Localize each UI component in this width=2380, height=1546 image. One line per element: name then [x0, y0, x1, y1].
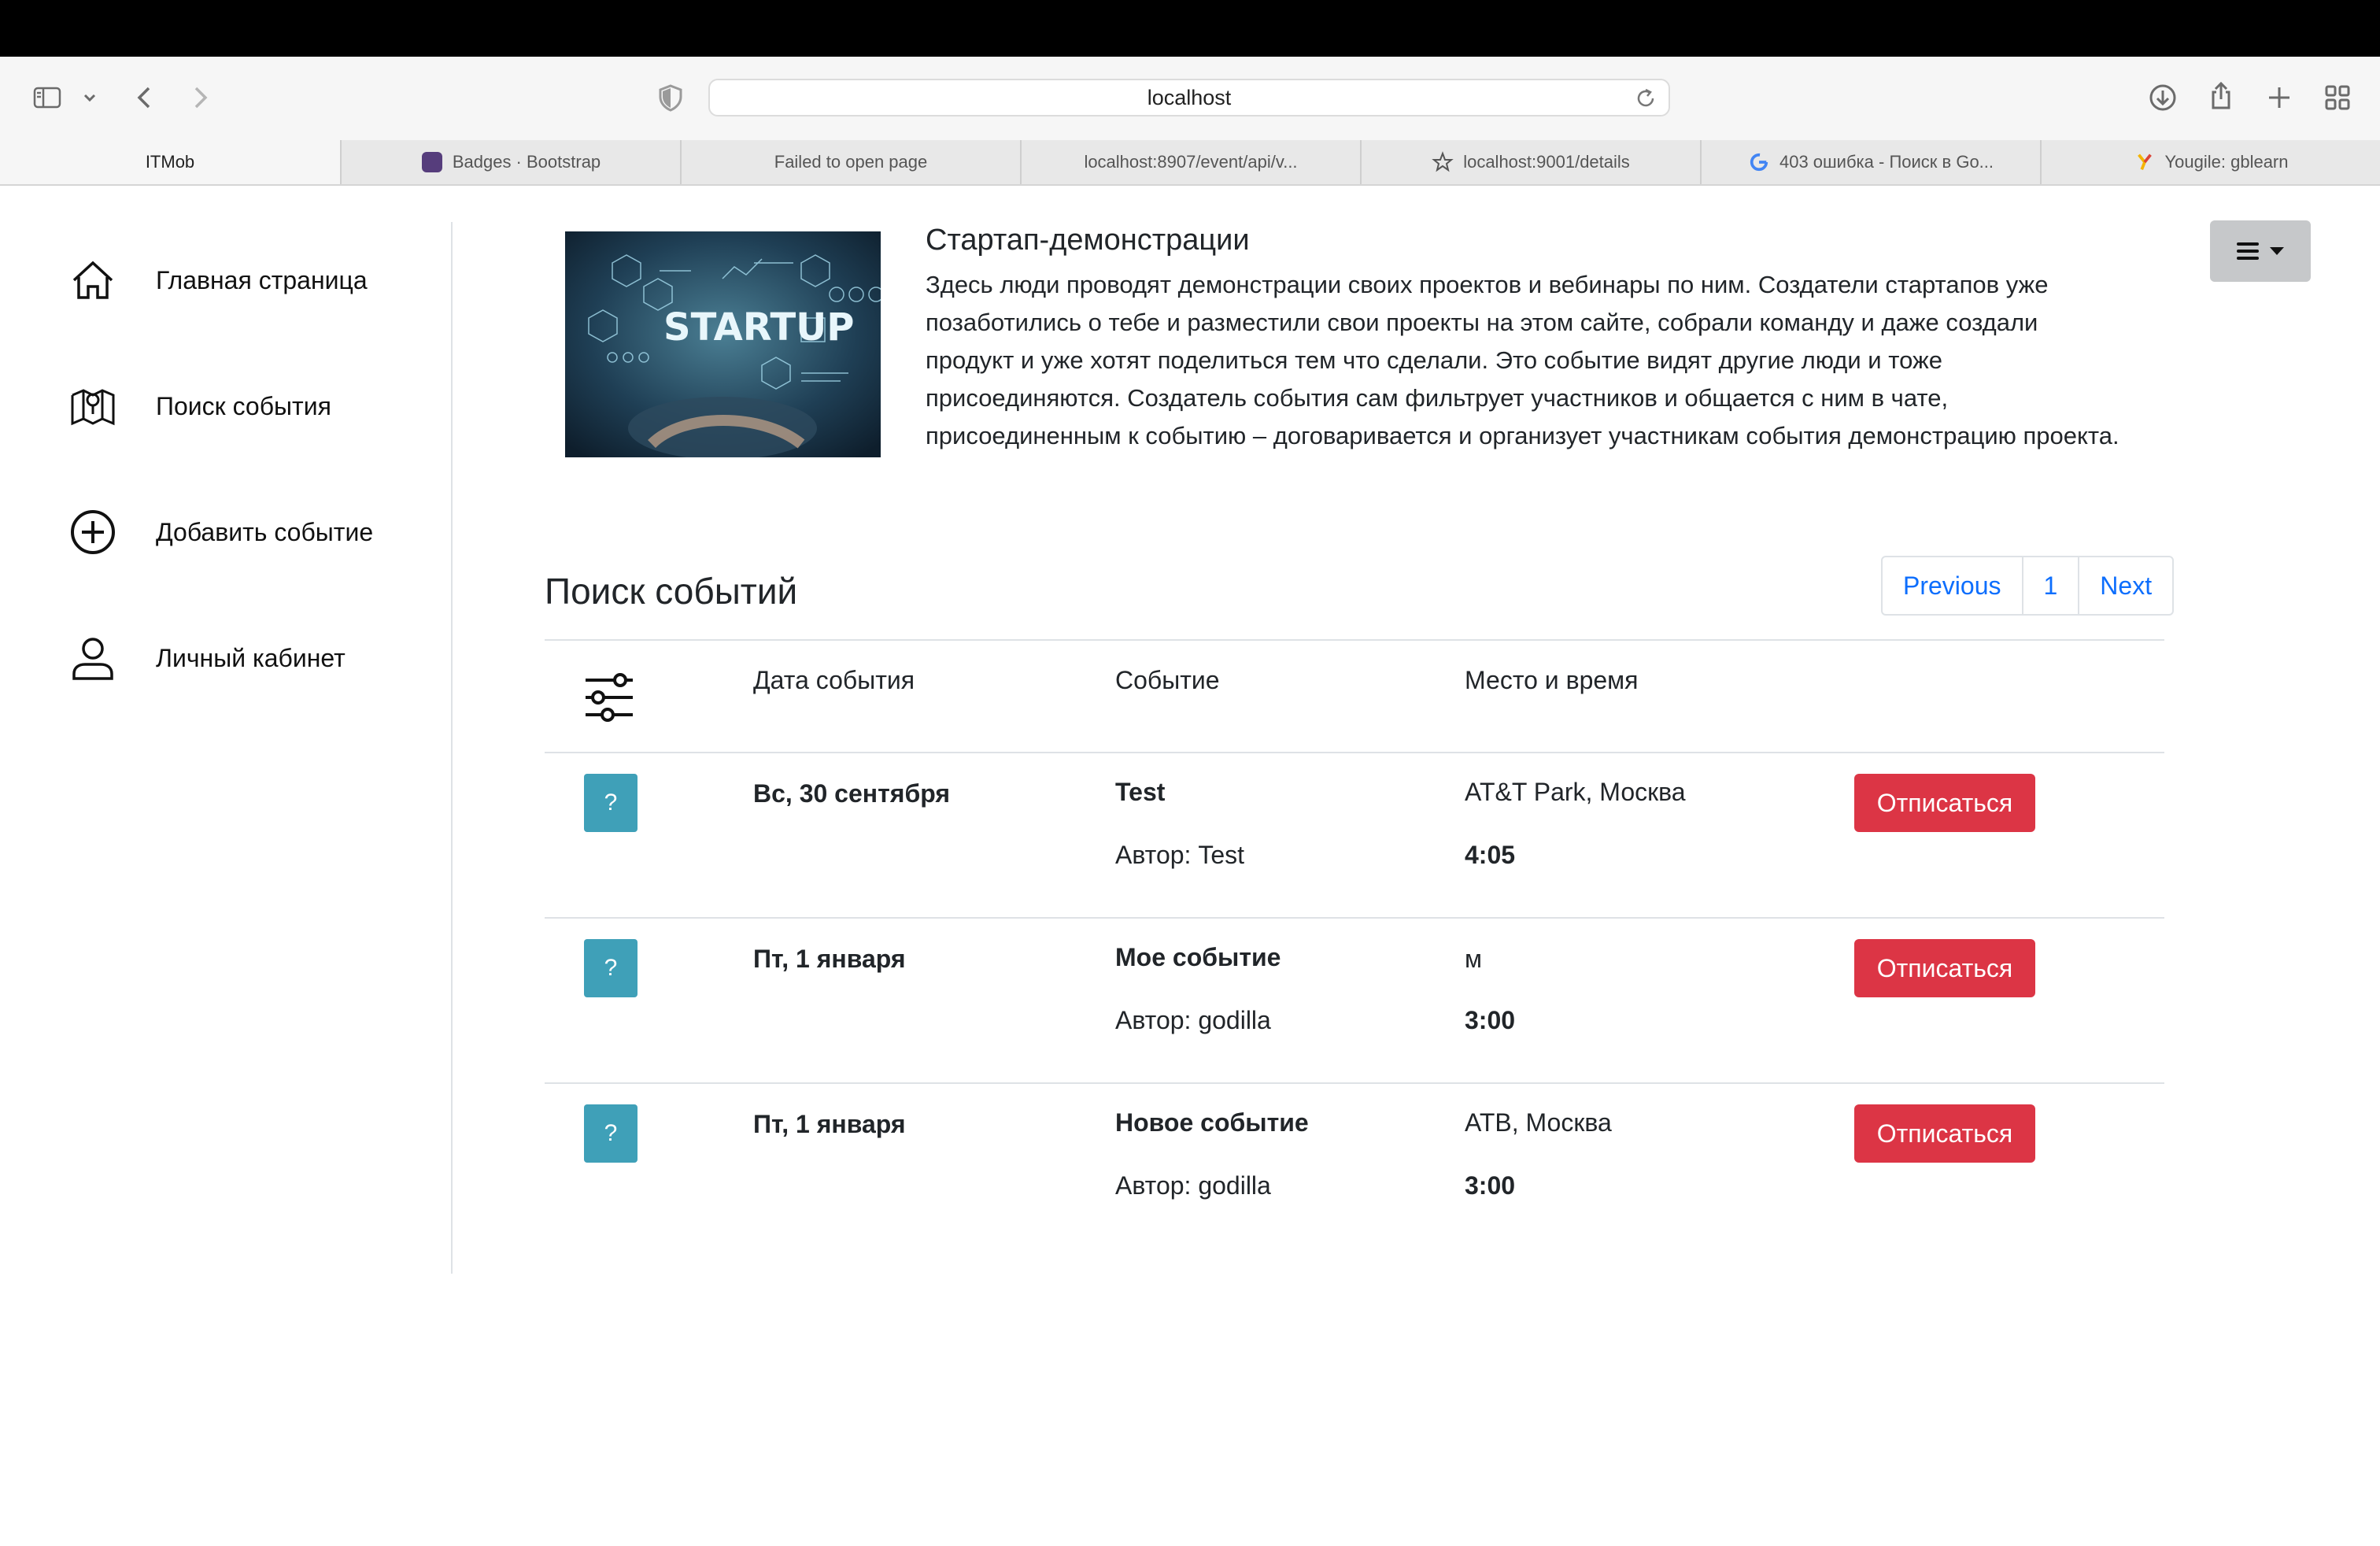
hero-description: Здесь люди проводят демонстрации своих п… — [926, 271, 2119, 449]
map-search-icon — [68, 381, 118, 431]
header-place-time: Место и время — [1465, 666, 1639, 694]
event-author: Автор: Test — [1115, 841, 1244, 869]
caret-down-icon — [2270, 247, 2284, 255]
tab-google[interactable]: 403 ошибка - Поиск в Go... — [1700, 140, 2040, 184]
user-icon — [68, 633, 118, 683]
chevron-down-icon[interactable] — [74, 80, 105, 115]
shield-icon[interactable] — [653, 80, 688, 115]
table-top-divider — [545, 639, 2164, 641]
address-url: localhost — [1147, 85, 1232, 109]
screen-top-bar — [0, 0, 2380, 57]
tab-label: localhost:9001/details — [1463, 152, 1630, 172]
startup-image-text: STARTUP — [663, 305, 854, 350]
tab-label: ITMob — [145, 152, 195, 172]
address-bar[interactable]: localhost — [708, 79, 1670, 117]
sidebar-item-label: Личный кабинет — [156, 643, 346, 672]
unsubscribe-button[interactable]: Отписаться — [1854, 1104, 2035, 1163]
forward-icon[interactable] — [183, 80, 217, 115]
tab-yougile[interactable]: Yougile: gblearn — [2040, 140, 2380, 184]
tab-label: localhost:8907/event/api/v... — [1084, 152, 1298, 172]
bootstrap-icon — [421, 151, 443, 173]
unsubscribe-button[interactable]: Отписаться — [1854, 939, 2035, 997]
row-divider — [545, 917, 2164, 919]
sidebar-toggle-icon[interactable] — [30, 80, 65, 115]
hamburger-icon — [2237, 242, 2259, 260]
sidebar-divider — [451, 222, 453, 1274]
yougile-icon — [2134, 151, 2156, 173]
pagination: Previous 1 Next — [1881, 556, 2175, 616]
sidebar-item-add[interactable]: Добавить событие — [68, 501, 373, 564]
back-icon[interactable] — [128, 80, 162, 115]
events-title: Поиск событий — [545, 571, 798, 612]
sidebar-item-label: Поиск события — [156, 391, 331, 420]
sidebar-item-profile[interactable]: Личный кабинет — [68, 627, 346, 690]
row-divider — [545, 1082, 2164, 1084]
tab-details[interactable]: localhost:9001/details — [1360, 140, 1700, 184]
table-header-divider — [545, 752, 2164, 753]
sidebar-item-label: Добавить событие — [156, 517, 374, 546]
plus-circle-icon — [68, 507, 118, 557]
event-place: AT&T Park, Москва — [1465, 778, 1686, 806]
sidebar-item-label: Главная страница — [156, 265, 368, 294]
event-name[interactable]: Мое событие — [1115, 943, 1281, 972]
tab-bar: ITMob Badges · Bootstrap Failed to open … — [0, 140, 2380, 186]
event-badge[interactable]: ? — [584, 1104, 638, 1163]
event-time: 3:00 — [1465, 1006, 1516, 1034]
tab-event-api[interactable]: localhost:8907/event/api/v... — [1020, 140, 1360, 184]
event-time: 3:00 — [1465, 1171, 1516, 1200]
unsubscribe-button[interactable]: Отписаться — [1854, 774, 2035, 832]
tab-label: Failed to open page — [774, 152, 928, 172]
home-icon — [68, 255, 118, 305]
event-name[interactable]: Test — [1115, 778, 1165, 807]
share-icon[interactable] — [2204, 79, 2238, 113]
startup-image: STARTUP — [565, 231, 881, 457]
sidebar — [0, 186, 451, 1274]
google-icon — [1748, 151, 1770, 173]
event-place: м — [1465, 945, 1482, 973]
event-author: Автор: godilla — [1115, 1006, 1271, 1034]
event-badge[interactable]: ? — [584, 774, 638, 832]
event-date: Вс, 30 сентября — [753, 779, 950, 808]
pagination-page[interactable]: 1 — [2023, 557, 2080, 614]
sidebar-item-home[interactable]: Главная страница — [68, 249, 368, 312]
pagination-next[interactable]: Next — [2079, 557, 2172, 614]
pagination-previous[interactable]: Previous — [1883, 557, 2023, 614]
tab-label: 403 ошибка - Поиск в Go... — [1779, 152, 1994, 172]
header-event: Событие — [1115, 666, 1220, 694]
menu-dropdown-button[interactable] — [2210, 220, 2311, 282]
event-author: Автор: godilla — [1115, 1171, 1271, 1200]
new-tab-icon[interactable] — [2262, 80, 2297, 115]
sidebar-item-search[interactable]: Поиск события — [68, 375, 331, 438]
event-name[interactable]: Новое событие — [1115, 1108, 1309, 1137]
download-icon[interactable] — [2145, 80, 2180, 115]
star-icon — [1432, 151, 1454, 173]
event-date: Пт, 1 января — [753, 945, 906, 973]
event-date: Пт, 1 января — [753, 1110, 906, 1138]
hero-title: Стартап-демонстрации — [926, 224, 1250, 257]
event-place: АТВ, Москва — [1465, 1108, 1612, 1137]
tab-label: Yougile: gblearn — [2164, 152, 2289, 172]
tab-label: Badges · Bootstrap — [452, 152, 601, 172]
tab-bootstrap[interactable]: Badges · Bootstrap — [340, 140, 680, 184]
reload-icon[interactable] — [1634, 87, 1658, 110]
tab-failed[interactable]: Failed to open page — [680, 140, 1020, 184]
tab-itmob[interactable]: ITMob — [0, 140, 340, 184]
tab-overview-icon[interactable] — [2320, 80, 2355, 115]
filter-icon[interactable] — [581, 669, 638, 726]
header-date: Дата события — [753, 666, 915, 694]
event-badge[interactable]: ? — [584, 939, 638, 997]
event-time: 4:05 — [1465, 841, 1516, 869]
